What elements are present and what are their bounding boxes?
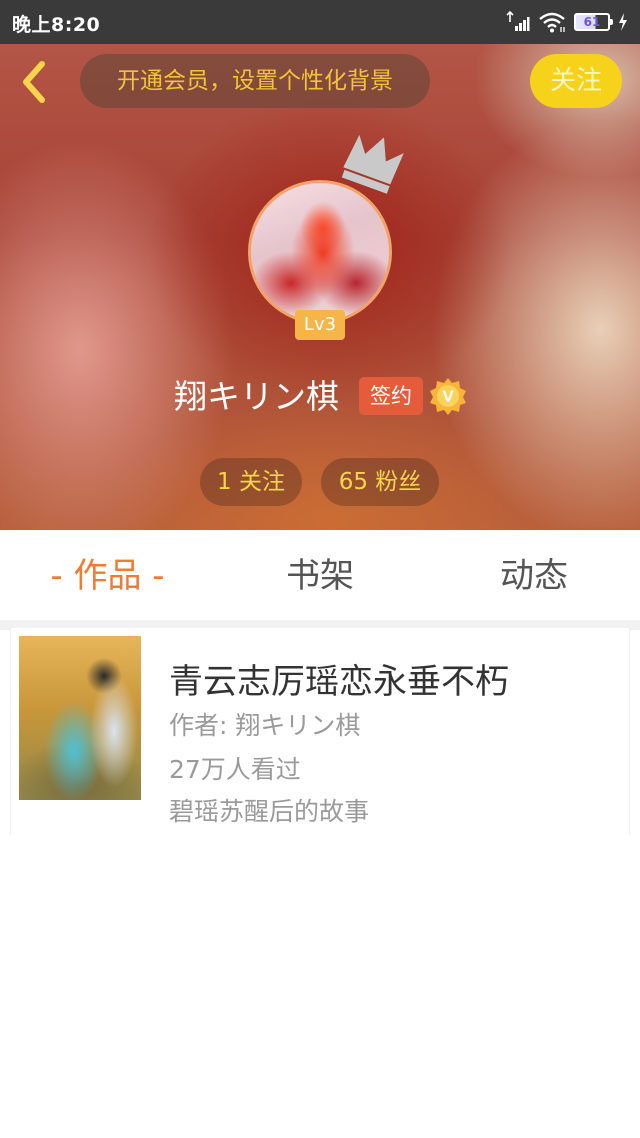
profile-header: 晚上8:20 61 开通会员，设置个性化背景 关注 Lv3 翔キリン棋 签约 V…	[0, 0, 640, 530]
signal-icon	[506, 11, 530, 31]
vip-background-banner[interactable]: 开通会员，设置个性化背景	[80, 54, 430, 108]
book-description: 碧瑶苏醒后的故事	[169, 797, 370, 826]
book-title: 青云志厉瑶恋永垂不朽	[169, 662, 509, 702]
name-row: 翔キリン棋 签约 V	[0, 370, 640, 426]
tab-bar: - 作品 - 书架 动态	[0, 530, 640, 620]
back-button[interactable]	[14, 58, 54, 106]
tab-bookshelf[interactable]: 书架	[250, 530, 390, 620]
book-cover-image[interactable]	[19, 636, 141, 800]
charging-icon	[619, 13, 627, 31]
following-count[interactable]: 1 关注	[200, 458, 302, 506]
fans-count[interactable]: 65 粉丝	[321, 458, 439, 506]
tab-works[interactable]: - 作品 -	[30, 530, 185, 620]
svg-text:V: V	[442, 387, 454, 406]
status-time: 晚上8:20	[12, 14, 101, 36]
verified-badge-icon: V	[430, 378, 466, 415]
book-view-count: 27万人看过	[169, 755, 301, 784]
signed-badge: 签约	[359, 377, 423, 415]
wifi-icon	[539, 12, 565, 33]
avatar-wrapper[interactable]	[248, 180, 392, 324]
status-bar: 晚上8:20 61	[0, 0, 640, 44]
work-list-item[interactable]: 青云志厉瑶恋永垂不朽 作者: 翔キリン棋 27万人看过 碧瑶苏醒后的故事	[10, 628, 630, 835]
battery-level: 61	[583, 15, 601, 29]
battery-icon: 61	[574, 13, 613, 31]
username: 翔キリン棋	[174, 377, 339, 416]
level-badge: Lv3	[295, 310, 345, 340]
avatar[interactable]	[248, 180, 392, 324]
status-icons: 61	[506, 9, 628, 35]
follow-button[interactable]: 关注	[530, 54, 622, 108]
chevron-left-icon	[23, 61, 45, 103]
book-author: 作者: 翔キリン棋	[169, 711, 361, 740]
tab-activity[interactable]: 动态	[464, 530, 604, 620]
